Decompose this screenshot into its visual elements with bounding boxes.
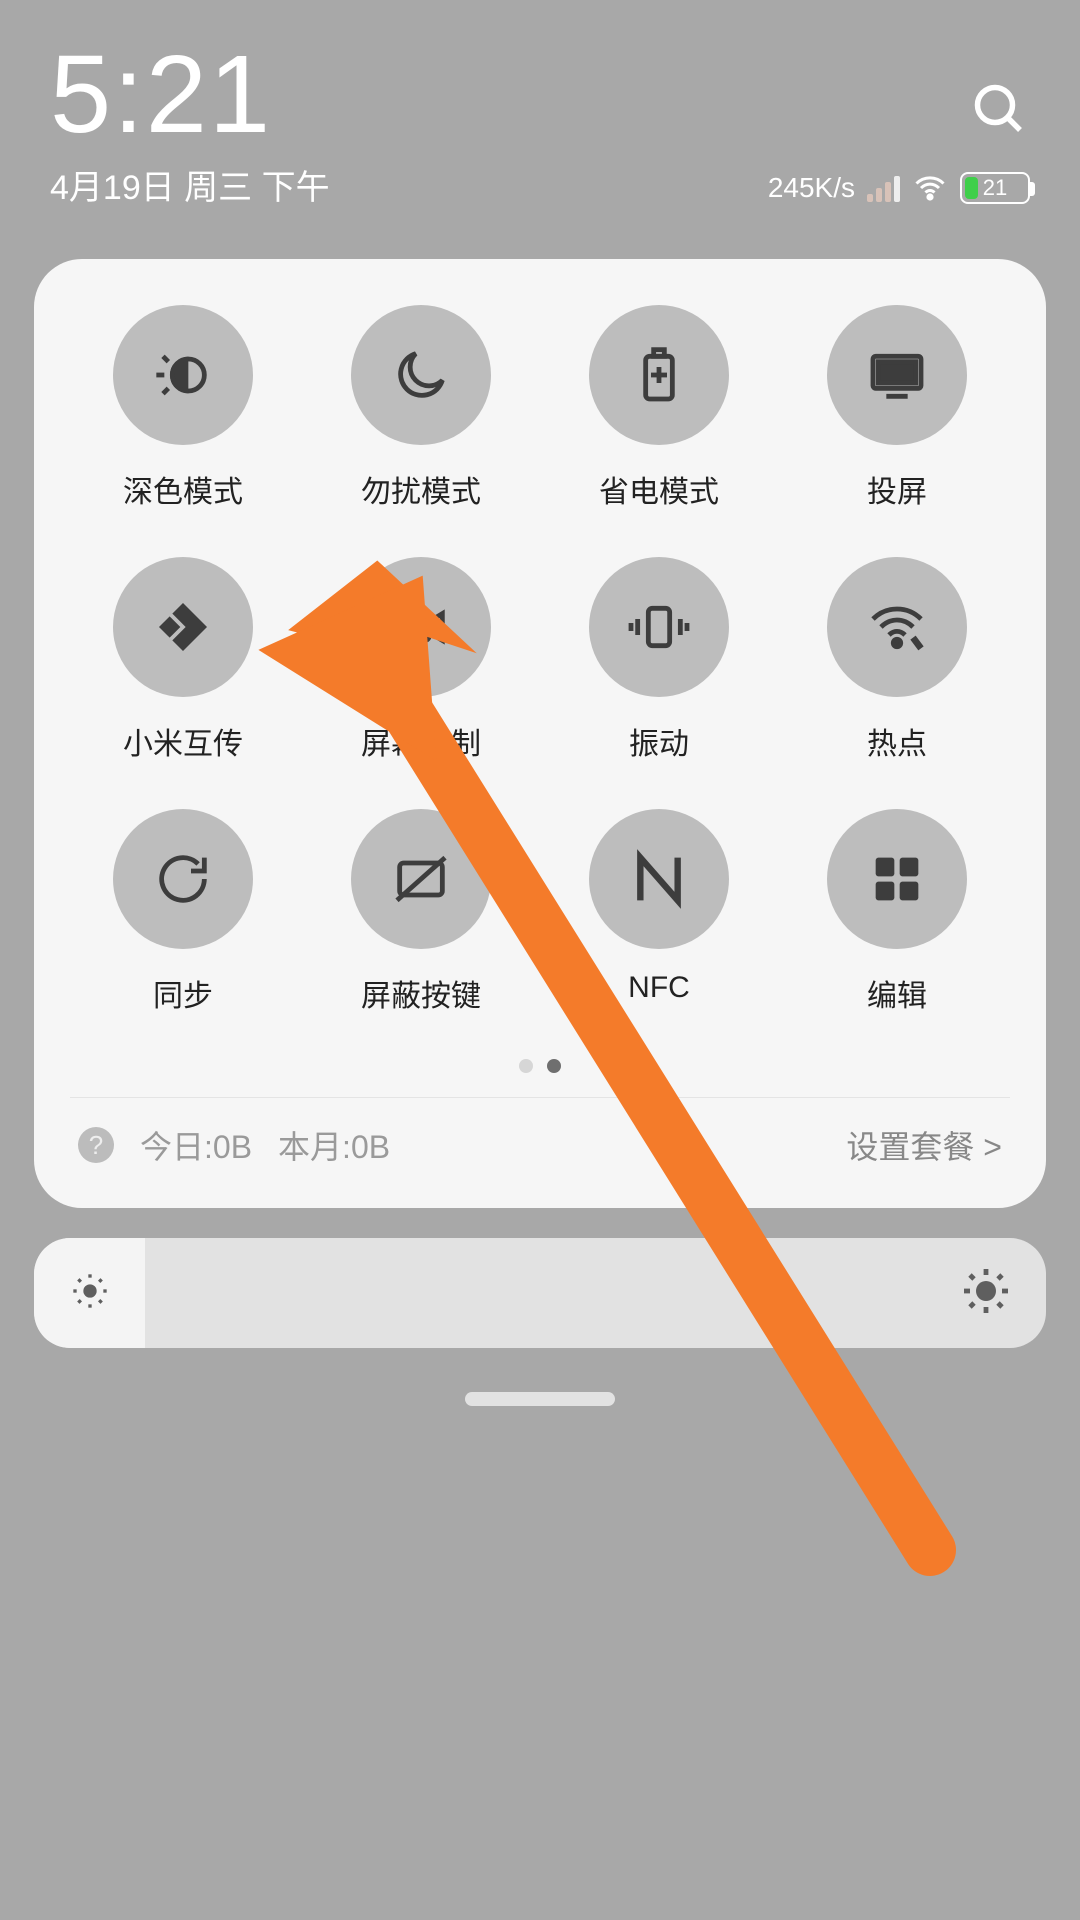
toggle-label: NFC	[628, 971, 690, 1005]
toggle-label: 勿扰模式	[361, 467, 481, 511]
nfc-icon	[627, 847, 691, 911]
page-dot	[519, 1059, 533, 1073]
brightness-low-icon	[70, 1271, 110, 1316]
dark-mode-icon	[151, 343, 215, 407]
vibrate-icon	[627, 595, 691, 659]
video-camera-icon	[389, 595, 453, 659]
search-icon	[970, 80, 1030, 140]
toggle-screen-record[interactable]: 屏幕录制	[302, 557, 540, 763]
mi-share-icon	[151, 595, 215, 659]
toggle-label: 屏蔽按键	[361, 971, 481, 1015]
toggle-do-not-disturb[interactable]: 勿扰模式	[302, 305, 540, 511]
battery-plus-icon	[627, 343, 691, 407]
cast-icon	[865, 343, 929, 407]
toggle-hide-keys[interactable]: 屏蔽按键	[302, 809, 540, 1015]
grid-icon	[865, 847, 929, 911]
toggle-label: 小米互传	[123, 719, 243, 763]
moon-icon	[389, 343, 453, 407]
toggle-label: 振动	[629, 719, 689, 763]
toggle-edit[interactable]: 编辑	[778, 809, 1016, 1015]
toggle-label: 热点	[867, 719, 927, 763]
toggle-hotspot[interactable]: 热点	[778, 557, 1016, 763]
brightness-high-icon	[962, 1267, 1010, 1320]
panel-drag-handle[interactable]	[465, 1392, 615, 1406]
search-button[interactable]	[970, 80, 1030, 140]
toggle-power-save[interactable]: 省电模式	[540, 305, 778, 511]
brightness-slider[interactable]	[34, 1238, 1046, 1348]
toggle-dark-mode[interactable]: 深色模式	[64, 305, 302, 511]
data-usage-row[interactable]: ? 今日:0B 本月:0B 设置套餐 >	[34, 1098, 1046, 1196]
status-header: 5:21 4月19日 周三 下午 245K/s 21	[0, 0, 1080, 229]
cellular-signal-icon	[867, 174, 900, 202]
net-speed: 245K/s	[768, 172, 855, 204]
status-bar-right: 245K/s 21	[768, 170, 1030, 206]
toggle-label: 屏幕录制	[361, 719, 481, 763]
toggle-cast[interactable]: 投屏	[778, 305, 1016, 511]
toggle-mi-share[interactable]: 小米互传	[64, 557, 302, 763]
toggle-label: 省电模式	[599, 467, 719, 511]
time-display: 5:21	[50, 40, 1030, 150]
battery-percent: 21	[962, 175, 1028, 201]
toggle-nfc[interactable]: NFC	[540, 809, 778, 1015]
set-plan-link[interactable]: 设置套餐 >	[846, 1122, 1002, 1168]
wifi-icon	[912, 170, 948, 206]
hide-keys-icon	[389, 847, 453, 911]
data-month: 本月:0B	[278, 1122, 390, 1168]
toggle-label: 深色模式	[123, 467, 243, 511]
toggle-label: 同步	[153, 971, 213, 1015]
data-today: 今日:0B	[140, 1122, 252, 1168]
page-dot-active	[547, 1059, 561, 1073]
help-icon: ?	[78, 1127, 114, 1163]
toggle-vibrate[interactable]: 振动	[540, 557, 778, 763]
toggle-sync[interactable]: 同步	[64, 809, 302, 1015]
toggle-grid: 深色模式 勿扰模式 省电模式 投屏 小米互传 屏幕录制 振动 热	[34, 289, 1046, 1025]
quick-settings-panel: 深色模式 勿扰模式 省电模式 投屏 小米互传 屏幕录制 振动 热	[34, 259, 1046, 1208]
toggle-label: 投屏	[867, 467, 927, 511]
sync-icon	[151, 847, 215, 911]
hotspot-icon	[865, 595, 929, 659]
battery-indicator: 21	[960, 172, 1030, 204]
toggle-label: 编辑	[867, 971, 927, 1015]
page-indicator[interactable]	[34, 1059, 1046, 1073]
